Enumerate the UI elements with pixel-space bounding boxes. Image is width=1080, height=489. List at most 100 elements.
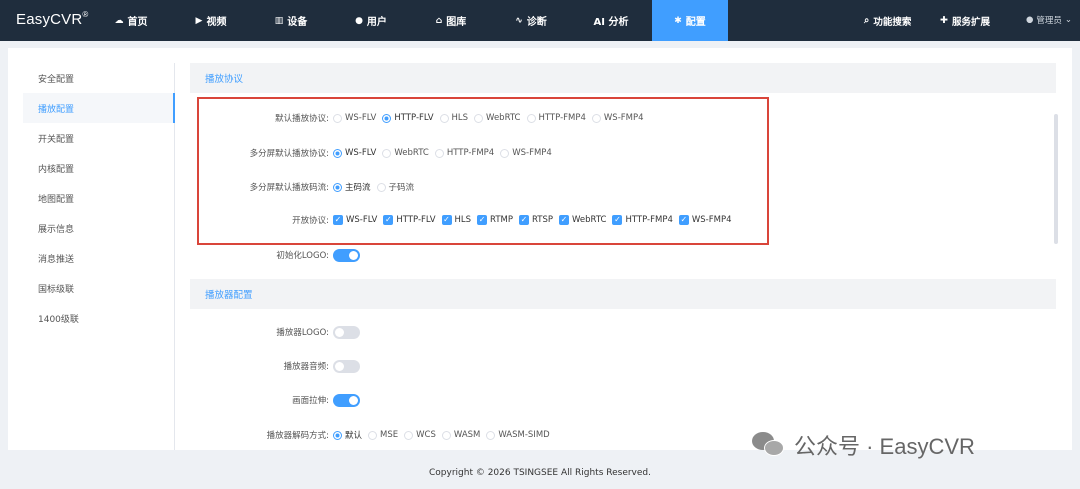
decode-mode-label: 播放器解码方式: (266, 431, 329, 441)
default-protocol-radio-http-fmp4[interactable]: HTTP-FMP4 (526, 113, 586, 123)
open-protocol-checkbox-ws-fmp4[interactable]: ✓ WS-FMP4 (678, 215, 732, 225)
checkbox-label: RTSP (532, 215, 554, 225)
checkbox-label: HLS (454, 215, 472, 225)
nav-video[interactable]: ▶ 视频 (180, 0, 242, 41)
sidebar-item-gb-cascade[interactable]: 国标级联 (23, 273, 175, 303)
open-protocol-checkbox-rtsp[interactable]: ✓ RTSP (519, 215, 553, 225)
stretch-label: 画面拉伸: (292, 396, 329, 406)
sidebar-item-switches[interactable]: 开关配置 (23, 123, 175, 153)
multi-screen-protocol-radio-webrtc[interactable]: WebRTC (382, 148, 429, 158)
nav-label: 配置 (685, 17, 706, 28)
user-menu[interactable]: ● 管理员 ⌄ (1026, 14, 1072, 26)
section-play-protocol: 播放协议 (190, 63, 1056, 93)
init-logo-label: 初始化LOGO: (276, 251, 329, 261)
multi-screen-protocol-row: 多分屏默认播放协议: WS-FLV WebRTC HTTP-FMP4 WS-FMP4 (190, 143, 1056, 163)
service-extension-button[interactable]: ✚ 服务扩展 (940, 0, 990, 41)
radio-dot (500, 148, 510, 158)
multi-screen-stream-row: 多分屏默认播放码流: 主码流 子码流 (190, 177, 1056, 197)
sidebar-item-playback[interactable]: 播放配置 (23, 93, 175, 123)
radio-label: WebRTC (486, 113, 521, 123)
multi-screen-protocol-radio-ws-fmp4[interactable]: WS-FMP4 (500, 148, 552, 158)
check-icon: ✓ (383, 215, 394, 225)
radio-label: WS-FLV (345, 148, 377, 158)
nav-label: 首页 (127, 17, 148, 28)
open-protocol-checkbox-ws-flv[interactable]: ✓ WS-FLV (333, 215, 377, 225)
nav-device[interactable]: ▥ 设备 (260, 0, 322, 41)
nav-diagnose[interactable]: ∿ 诊断 (500, 0, 562, 41)
radio-label: WebRTC (394, 148, 429, 158)
wechat-watermark: 公众号 · EasyCVR (752, 427, 975, 463)
radio-label: WS-FLV (345, 113, 377, 123)
decode-mode-radio-wasm-simd[interactable]: WASM-SIMD (486, 430, 550, 440)
player-audio-switch[interactable] (333, 359, 360, 373)
feature-search-button[interactable]: ⌕ 功能搜索 (864, 0, 911, 41)
multi-screen-stream-radio-1[interactable]: 子码流 (376, 181, 414, 193)
radio-dot (382, 148, 392, 158)
multi-screen-protocol-radio-ws-flv[interactable]: WS-FLV (333, 148, 376, 158)
multi-screen-stream-label: 多分屏默认播放码流: (249, 183, 329, 193)
watermark-text: 公众号 · EasyCVR (794, 434, 975, 459)
radio-label: WS-FMP4 (512, 148, 552, 158)
checkbox-label: WS-FMP4 (691, 215, 732, 225)
checkbox-label: HTTP-FMP4 (625, 215, 673, 225)
open-protocol-checkbox-webrtc[interactable]: ✓ WebRTC (559, 215, 606, 225)
radio-dot (439, 113, 449, 123)
nav-label: 视频 (206, 17, 227, 28)
radio-label: HLS (451, 113, 469, 123)
radio-dot (333, 182, 342, 192)
decode-mode-radio-wasm[interactable]: WASM (441, 430, 480, 440)
open-protocol-checkbox-http-fmp4[interactable]: ✓ HTTP-FMP4 (612, 215, 673, 225)
check-icon: ✓ (559, 215, 570, 225)
decode-mode-radio-mse[interactable]: MSE (368, 430, 398, 440)
nav-library[interactable]: ⌂ 图库 (420, 0, 482, 41)
player-logo-row: 播放器LOGO: (190, 322, 1056, 342)
multi-screen-protocol-radio-http-fmp4[interactable]: HTTP-FMP4 (434, 148, 494, 158)
nav-ai-analysis[interactable]: AI 分析 (578, 0, 644, 41)
check-icon: ✓ (477, 215, 488, 225)
sidebar-item-push[interactable]: 消息推送 (23, 243, 175, 273)
open-protocol-checkbox-hls[interactable]: ✓ HLS (441, 215, 472, 225)
nav-home[interactable]: ☁ 首页 (100, 0, 162, 41)
decode-mode-radio-0[interactable]: 默认 (333, 429, 362, 441)
check-icon: ✓ (678, 215, 689, 225)
feature-search-label: 功能搜索 (873, 16, 912, 28)
player-logo-switch[interactable] (333, 325, 360, 339)
radio-dot (333, 113, 342, 123)
radio-dot (526, 113, 536, 123)
open-protocol-checkbox-http-flv[interactable]: ✓ HTTP-FLV (383, 215, 436, 225)
sidebar-item-security[interactable]: 安全配置 (23, 63, 175, 93)
open-protocols-label: 开放协议: (292, 216, 329, 226)
checkbox-label: WebRTC (572, 215, 607, 225)
default-protocol-radio-webrtc[interactable]: WebRTC (474, 113, 521, 123)
default-protocol-radio-ws-fmp4[interactable]: WS-FMP4 (591, 113, 644, 123)
stretch-row: 画面拉伸: (190, 390, 1056, 410)
sidebar-item-kernel[interactable]: 内核配置 (23, 153, 175, 183)
sidebar-item-map[interactable]: 地图配置 (23, 183, 175, 213)
check-icon: ✓ (612, 215, 623, 225)
decode-mode-options: 默认 MSE WCS WASM WASM-SIMD (333, 429, 550, 441)
settings-content: 播放协议 默认播放协议: WS-FLV HTTP-FLV HLS WebRTC HTTP… (190, 63, 1056, 450)
nav-config[interactable]: ✱ 配置 (652, 0, 728, 41)
multi-screen-stream-radio-0[interactable]: 主码流 (333, 181, 371, 193)
radio-dot (333, 430, 342, 440)
default-protocol-radio-ws-flv[interactable]: WS-FLV (333, 113, 376, 123)
library-icon: ⌂ (435, 15, 443, 26)
decode-mode-radio-wcs[interactable]: WCS (404, 430, 436, 440)
multi-screen-protocol-label: 多分屏默认播放协议: (249, 149, 329, 159)
nav-user[interactable]: ● 用户 (340, 0, 402, 41)
radio-label: HTTP-FLV (394, 113, 434, 123)
checkbox-label: RTMP (490, 215, 513, 225)
sidebar-item-1400-cascade[interactable]: 1400级联 (23, 303, 175, 333)
init-logo-switch[interactable] (333, 248, 360, 262)
radio-label: WS-FMP4 (603, 113, 644, 123)
radio-dot (474, 113, 484, 123)
stretch-switch[interactable] (333, 393, 360, 407)
radio-dot (441, 430, 451, 440)
sidebar-item-display[interactable]: 展示信息 (23, 213, 175, 243)
user-icon: ● (1025, 15, 1034, 25)
default-protocol-radio-hls[interactable]: HLS (439, 113, 469, 123)
open-protocol-checkbox-rtmp[interactable]: ✓ RTMP (477, 215, 513, 225)
app-logo[interactable]: EasyCVR® (16, 10, 89, 28)
content-scrollbar[interactable] (1054, 114, 1058, 244)
default-protocol-radio-http-flv[interactable]: HTTP-FLV (382, 113, 434, 123)
